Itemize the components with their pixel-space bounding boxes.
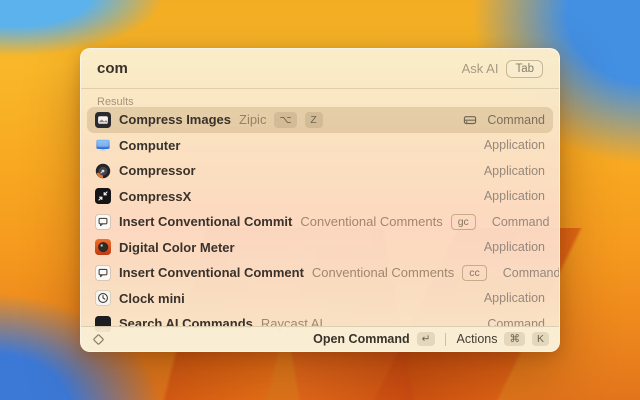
result-title: Digital Color Meter <box>119 240 235 255</box>
compressx-icon <box>95 188 111 204</box>
result-row-insert-conventional-comment[interactable]: Insert Conventional Comment Conventional… <box>87 260 553 286</box>
option-key-badge: ⌥ <box>274 112 296 128</box>
computer-icon <box>95 137 111 153</box>
result-title: Compressor <box>119 163 196 178</box>
result-row-computer[interactable]: Computer Application <box>87 133 553 159</box>
result-row-compress-images[interactable]: Compress Images Zipic ⌥ Z Command <box>87 107 553 133</box>
result-title: Clock mini <box>119 291 185 306</box>
action-bar: Open Command ↵ Actions ⌘ K <box>81 326 559 351</box>
k-key-badge: K <box>532 332 549 346</box>
raycast-launcher-window: com Ask AI Tab Results Compress Images Z… <box>80 48 560 352</box>
result-row-compressor[interactable]: Compressor Application <box>87 158 553 184</box>
search-bar[interactable]: com Ask AI Tab <box>81 49 559 89</box>
result-title: Computer <box>119 138 180 153</box>
z-key-badge: Z <box>305 112 323 128</box>
hard-drive-icon <box>463 113 477 127</box>
ask-ai-label[interactable]: Ask AI <box>462 61 499 76</box>
comment-bubble-icon <box>95 265 111 281</box>
alias-badge: cc <box>462 265 487 281</box>
result-type-label: Command <box>503 266 559 280</box>
raycast-logo-icon <box>91 332 106 347</box>
result-type-label: Application <box>484 291 545 305</box>
command-key-badge: ⌘ <box>504 332 525 346</box>
zipic-icon <box>95 112 111 128</box>
result-row-clock-mini[interactable]: Clock mini Application <box>87 286 553 312</box>
clock-icon <box>95 290 111 306</box>
result-subtitle: Conventional Comments <box>312 265 454 280</box>
result-type-label: Application <box>484 189 545 203</box>
result-row-compressx[interactable]: CompressX Application <box>87 184 553 210</box>
comment-bubble-icon <box>95 214 111 230</box>
result-type-label: Command <box>487 113 545 127</box>
open-command-button[interactable]: Open Command <box>313 332 410 346</box>
result-type-label: Command <box>492 215 550 229</box>
compressor-icon <box>95 163 111 179</box>
result-subtitle: Zipic <box>239 112 266 127</box>
result-title: CompressX <box>119 189 191 204</box>
result-title: Insert Conventional Comment <box>119 265 304 280</box>
result-row-digital-color-meter[interactable]: Digital Color Meter Application <box>87 235 553 261</box>
result-title: Compress Images <box>119 112 231 127</box>
result-type-label: Application <box>484 164 545 178</box>
return-key-badge: ↵ <box>417 332 436 346</box>
results-section-header: Results <box>81 89 559 107</box>
result-row-insert-conventional-commit[interactable]: Insert Conventional Commit Conventional … <box>87 209 553 235</box>
results-list: Compress Images Zipic ⌥ Z Command Comput… <box>81 107 559 351</box>
result-subtitle: Conventional Comments <box>300 214 442 229</box>
tab-key-badge: Tab <box>506 60 543 78</box>
result-type-label: Application <box>484 240 545 254</box>
result-type-label: Application <box>484 138 545 152</box>
footer-divider <box>445 333 446 346</box>
search-input[interactable]: com <box>97 60 128 77</box>
alias-badge: gc <box>451 214 476 230</box>
result-title: Insert Conventional Commit <box>119 214 292 229</box>
actions-button[interactable]: Actions <box>456 332 497 346</box>
color-meter-icon <box>95 239 111 255</box>
